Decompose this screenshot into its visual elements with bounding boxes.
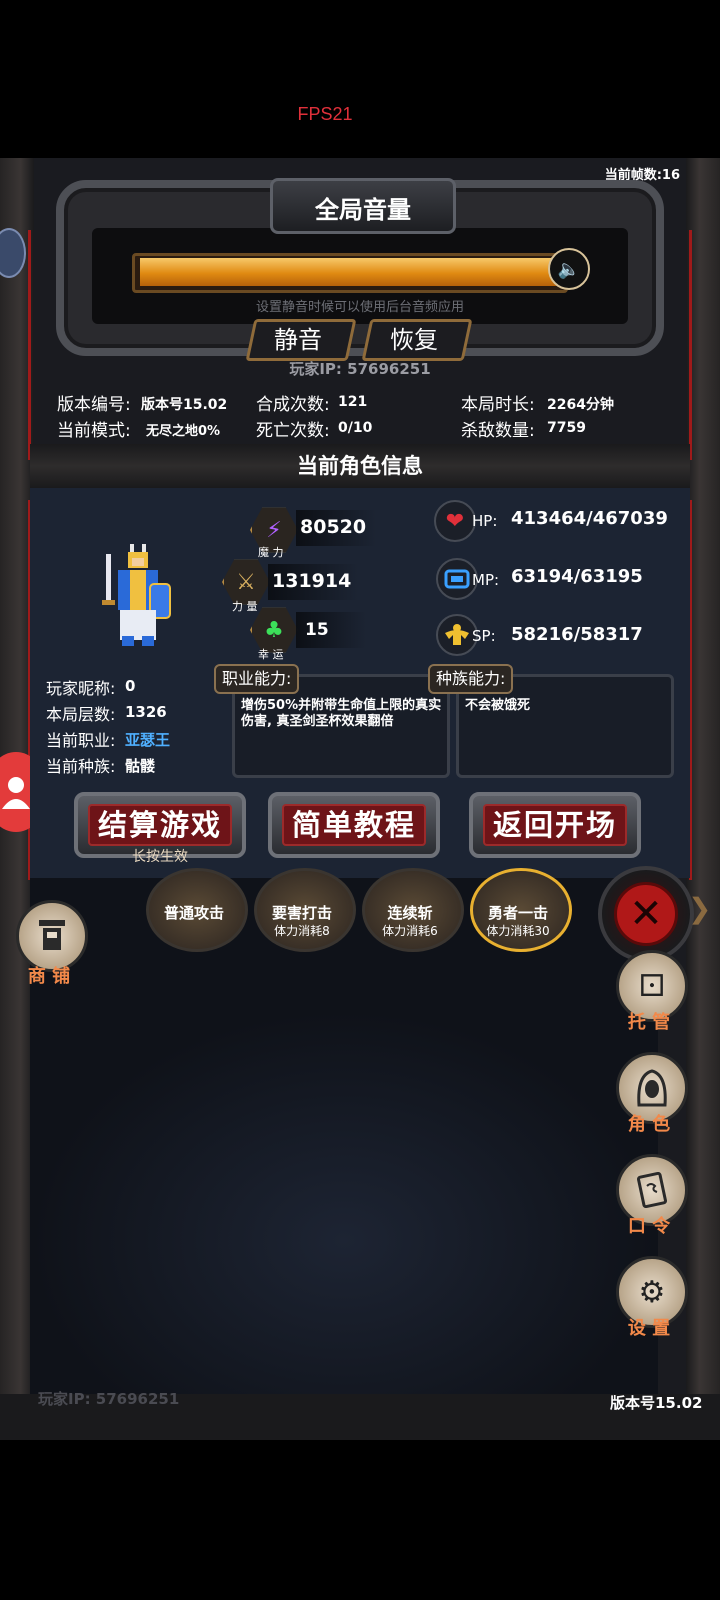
skill-combo-slash[interactable]: 连续斩: [355, 902, 465, 923]
auto-play-button[interactable]: 托 管: [614, 1008, 684, 1034]
section-title: 当前角色信息: [297, 454, 423, 478]
restore-button[interactable]: 恢复: [366, 320, 462, 355]
skill-combo-slash-cost: 体力消耗6: [382, 924, 438, 938]
job-value: 亚瑟王: [125, 731, 171, 749]
mode-label: 当前模式:: [57, 421, 131, 441]
race-value: 骷髅: [125, 757, 156, 775]
floor-label: 本局层数:: [46, 705, 116, 724]
right-red-trim: [689, 230, 692, 460]
skill-normal-attack[interactable]: 普通攻击: [139, 902, 249, 923]
skill-hero-strike-cost: 体力消耗30: [486, 924, 550, 938]
nickname-value: 0: [125, 677, 136, 695]
fps-counter: FPS21: [297, 104, 353, 124]
footer-version: 版本号15.02: [610, 1394, 703, 1412]
sp-value: 58216/58317: [511, 624, 643, 645]
volume-hint: 设置静音时候可以使用后台音频应用: [255, 300, 464, 315]
mode-value: 无尽之地0%: [146, 424, 221, 439]
settle-game-button[interactable]: 结算游戏: [74, 802, 246, 844]
luck-value: 15: [305, 620, 329, 640]
race-ability-title: 种族能力:: [428, 664, 514, 694]
close-icon: ✕: [614, 882, 678, 946]
skill-hero-strike[interactable]: 勇者一击: [463, 902, 573, 923]
time-value: 2264分钟: [547, 397, 614, 413]
kills-label: 杀敌数量:: [461, 421, 535, 441]
hp-value: 413464/467039: [511, 508, 668, 529]
tutorial-button[interactable]: 简单教程: [268, 802, 440, 844]
death-label: 死亡次数:: [256, 421, 330, 441]
version-label: 版本编号:: [57, 395, 131, 415]
sp-label: SP:: [472, 627, 496, 645]
version-value: 版本号15.02: [141, 397, 228, 413]
power-value: 131914: [272, 570, 352, 592]
volume-slider-fill[interactable]: [140, 258, 559, 286]
mp-value: 63194/63195: [511, 566, 643, 587]
mp-label: MP:: [472, 571, 500, 589]
magic-value: 80520: [300, 516, 367, 538]
settings-button[interactable]: 设 置: [614, 1314, 684, 1340]
synth-value: 121: [338, 394, 368, 410]
time-label: 本局时长:: [461, 395, 535, 415]
hp-label: HP:: [472, 512, 498, 530]
floor-value: 1326: [125, 703, 167, 721]
kills-value: 7759: [547, 420, 586, 436]
death-value: 0/10: [338, 420, 373, 436]
race-label: 当前种族:: [46, 757, 116, 776]
nickname-label: 玩家昵称:: [46, 679, 116, 698]
battle-background-pattern: [30, 1010, 658, 1394]
role-button[interactable]: 角 色: [614, 1110, 684, 1136]
speaker-icon[interactable]: 🔈: [548, 248, 590, 290]
character-sprite: [102, 544, 171, 646]
job-ability-text: 增伤50%并附带生命值上限的真实伤害, 真圣剑圣杯效果翻倍: [241, 698, 442, 729]
luck-label: 幸 运: [258, 648, 284, 661]
left-red-trim: [28, 230, 31, 460]
volume-title: 全局音量: [315, 196, 411, 224]
back-to-start-button[interactable]: 返回开场: [469, 802, 641, 844]
race-ability-text: 不会被饿死: [465, 698, 531, 713]
magic-label: 魔 力: [258, 546, 284, 559]
job-label: 当前职业:: [46, 731, 116, 750]
skill-vital-strike[interactable]: 要害打击: [247, 902, 357, 923]
heart-icon: ❤: [434, 500, 476, 542]
skill-vital-strike-cost: 体力消耗8: [274, 924, 330, 938]
command-button[interactable]: 口 令: [614, 1212, 684, 1238]
mute-button[interactable]: 静音: [250, 320, 346, 355]
user-icon: [2, 777, 30, 809]
power-label: 力 量: [232, 600, 258, 613]
footer-ip: 玩家IP: 57696251: [38, 1390, 180, 1408]
settle-hint: 长按生效: [132, 849, 188, 865]
shop-label[interactable]: 商 铺: [14, 962, 84, 988]
synth-label: 合成次数:: [256, 395, 330, 415]
player-ip: 玩家IP: 57696251: [289, 360, 431, 378]
close-button[interactable]: ✕: [598, 866, 694, 962]
chevron-right-icon[interactable]: ❯: [688, 892, 711, 925]
job-ability-title: 职业能力:: [214, 664, 300, 694]
